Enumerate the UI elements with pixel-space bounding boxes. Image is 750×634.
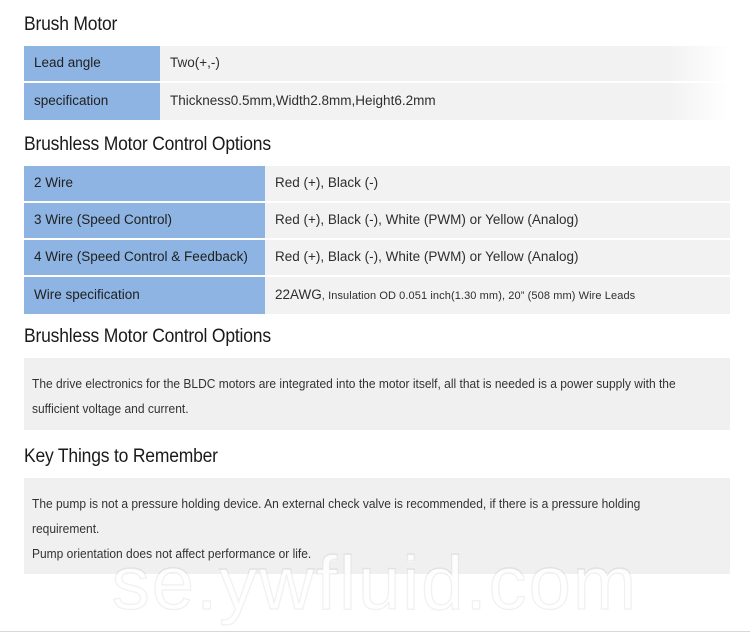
row-value-3-wire: Red (+), Black (-), White (PWM) or Yello… — [265, 203, 730, 240]
row-key-2-wire: 2 Wire — [24, 166, 265, 203]
section-heading-key-things-to-remember: Key Things to Remember — [24, 446, 218, 467]
section-heading-brush-motor: Brush Motor — [24, 14, 118, 35]
key-things-paragraph-2: Pump orientation does not affect perform… — [32, 547, 312, 561]
row-key-3-wire: 3 Wire (Speed Control) — [24, 203, 265, 240]
brush-motor-table-wrapper: Lead angle Two(+,-) specification Thickn… — [24, 46, 730, 120]
row-key-specification: specification — [24, 83, 160, 120]
brushless-note-paragraph: The drive electronics for the BLDC motor… — [32, 377, 676, 416]
row-value-lead-angle: Two(+,-) — [160, 46, 730, 83]
brush-motor-table: Lead angle Two(+,-) specification Thickn… — [24, 46, 730, 120]
row-value-2-wire: Red (+), Black (-) — [265, 166, 730, 203]
table-row: specification Thickness0.5mm,Width2.8mm,… — [24, 83, 730, 120]
row-value-4-wire: Red (+), Black (-), White (PWM) or Yello… — [265, 240, 730, 277]
brushless-control-table-wrapper: 2 Wire Red (+), Black (-) 3 Wire (Speed … — [24, 166, 730, 314]
wire-gauge-value: 22AWG — [275, 287, 322, 303]
bottom-divider — [0, 631, 750, 632]
wire-detail-value: , Insulation OD 0.051 inch(1.30 mm), 20”… — [321, 290, 636, 303]
brushless-control-table: 2 Wire Red (+), Black (-) 3 Wire (Speed … — [24, 166, 730, 314]
table-row: 3 Wire (Speed Control) Red (+), Black (-… — [24, 203, 730, 240]
table-row: Wire specification 22AWG, Insulation OD … — [24, 277, 730, 314]
key-things-paragraph-1: The pump is not a pressure holding devic… — [32, 497, 641, 536]
brushless-note-box: The drive electronics for the BLDC motor… — [24, 358, 730, 430]
table-row: Lead angle Two(+,-) — [24, 46, 730, 83]
section-heading-brushless-control-note: Brushless Motor Control Options — [24, 326, 271, 347]
key-things-box: The pump is not a pressure holding devic… — [24, 478, 730, 574]
section-heading-brushless-control-options: Brushless Motor Control Options — [24, 134, 271, 155]
row-key-lead-angle: Lead angle — [24, 46, 160, 83]
table-row: 4 Wire (Speed Control & Feedback) Red (+… — [24, 240, 730, 277]
spec-sheet-page: Brush Motor Lead angle Two(+,-) specific… — [0, 0, 750, 634]
table-row: 2 Wire Red (+), Black (-) — [24, 166, 730, 203]
row-key-4-wire: 4 Wire (Speed Control & Feedback) — [24, 240, 265, 277]
row-value-specification: Thickness0.5mm,Width2.8mm,Height6.2mm — [160, 83, 730, 120]
row-key-wire-specification: Wire specification — [24, 277, 265, 314]
row-value-wire-specification: 22AWG, Insulation OD 0.051 inch(1.30 mm)… — [265, 277, 730, 314]
